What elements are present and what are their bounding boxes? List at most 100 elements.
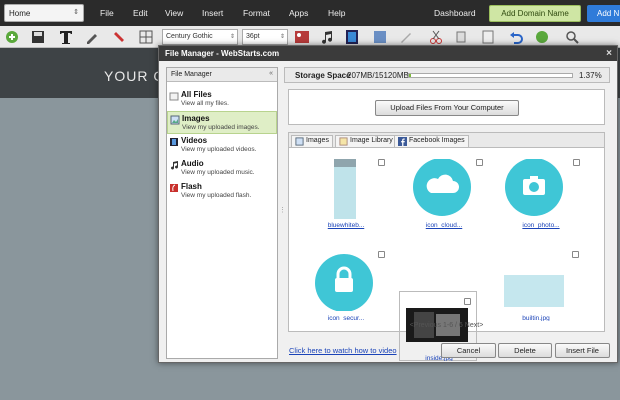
nav-item-title: Flash bbox=[181, 182, 202, 191]
file-manager-dialog: File Manager - WebStarts.com × File Mana… bbox=[158, 45, 618, 363]
cancel-button[interactable]: Cancel bbox=[441, 343, 496, 358]
nav-item-audio[interactable]: Audio View my uploaded music. bbox=[167, 157, 277, 180]
music-icon bbox=[171, 161, 179, 170]
upload-files-button[interactable]: Upload Files From Your Computer bbox=[375, 100, 519, 116]
menu-bar: Home ⇕ File Edit View Insert Format Apps… bbox=[0, 0, 620, 26]
next-link[interactable]: Next> bbox=[465, 322, 483, 329]
paint-icon[interactable] bbox=[112, 29, 128, 45]
nav-item-desc: View my uploaded videos. bbox=[181, 146, 257, 153]
nav-item-title: Images bbox=[182, 114, 210, 123]
nav-item-flash[interactable]: Flash View my uploaded flash. bbox=[167, 180, 277, 203]
collapse-icon[interactable]: « bbox=[269, 70, 273, 77]
help-video-link[interactable]: Click here to watch how to video bbox=[289, 346, 397, 355]
close-icon[interactable]: × bbox=[606, 46, 612, 61]
text-icon[interactable] bbox=[58, 29, 74, 45]
resize-icon[interactable] bbox=[372, 29, 388, 45]
cut-icon[interactable] bbox=[428, 29, 444, 45]
nav-item-desc: View all my files. bbox=[181, 100, 229, 107]
font-family-value: Century Gothic bbox=[166, 33, 213, 40]
image-icon bbox=[170, 115, 180, 125]
nav-header: File Manager « bbox=[167, 68, 277, 82]
nav-item-videos[interactable]: Videos View my uploaded videos. bbox=[167, 134, 277, 157]
tab-image-library[interactable]: Image Library bbox=[335, 135, 397, 147]
dialog-title-bar[interactable]: File Manager - WebStarts.com × bbox=[159, 46, 617, 61]
font-size-select[interactable]: 36pt ⇕ bbox=[242, 29, 288, 45]
chevron-down-icon: ⇕ bbox=[279, 34, 285, 40]
gallery-tabs: Images Image Library Facebook Images bbox=[289, 133, 604, 148]
tab-facebook-images[interactable]: Facebook Images bbox=[394, 135, 469, 147]
image-thumb[interactable]: builtin.jpg bbox=[497, 251, 579, 329]
storage-amount: 207MB/15120MB bbox=[347, 71, 409, 80]
delete-button[interactable]: Delete bbox=[498, 343, 552, 358]
image-icon[interactable] bbox=[294, 29, 310, 45]
insert-file-button[interactable]: Insert File bbox=[555, 343, 610, 358]
music-icon[interactable] bbox=[319, 29, 335, 45]
menu-apps[interactable]: Apps bbox=[289, 8, 308, 18]
tab-images[interactable]: Images bbox=[291, 135, 333, 147]
select-checkbox[interactable] bbox=[378, 251, 385, 258]
grid-icon[interactable] bbox=[138, 29, 154, 45]
font-family-select[interactable]: Century Gothic ⇕ bbox=[162, 29, 238, 45]
add-button[interactable]: Add N bbox=[587, 5, 620, 22]
image-thumb[interactable]: icon_photo... bbox=[502, 158, 580, 237]
add-page-icon[interactable] bbox=[4, 29, 20, 45]
storage-space: Storage Space 207MB/15120MB 1.37% bbox=[284, 67, 610, 83]
page-select[interactable]: Home ⇕ bbox=[4, 4, 84, 22]
image-name-link[interactable]: bluewhiteb... bbox=[307, 222, 385, 229]
copy-icon[interactable] bbox=[454, 29, 470, 45]
menu-insert[interactable]: Insert bbox=[202, 8, 223, 18]
dashboard-link[interactable]: Dashboard bbox=[434, 8, 476, 18]
select-checkbox[interactable] bbox=[573, 159, 580, 166]
image-gallery: Images Image Library Facebook Images blu… bbox=[288, 132, 605, 361]
select-checkbox[interactable] bbox=[476, 159, 483, 166]
upload-area: Upload Files From Your Computer bbox=[288, 89, 605, 125]
image-icon bbox=[295, 137, 304, 146]
nav-header-label: File Manager bbox=[171, 71, 212, 78]
nav-item-title: All Files bbox=[181, 90, 212, 99]
folder-icon bbox=[169, 92, 179, 101]
image-name-link[interactable]: icon_secur... bbox=[307, 315, 385, 321]
storage-label: Storage Space bbox=[295, 71, 351, 80]
image-name-link[interactable]: builtin.jpg bbox=[497, 315, 575, 321]
zoom-icon[interactable] bbox=[564, 29, 580, 45]
tab-label: Images bbox=[306, 137, 329, 144]
image-thumb[interactable]: icon_secur... bbox=[307, 251, 385, 329]
pen-icon[interactable] bbox=[398, 29, 414, 45]
chevron-down-icon: ⇕ bbox=[229, 34, 235, 40]
video-icon[interactable] bbox=[344, 29, 360, 45]
nav-item-images[interactable]: Images View my uploaded images. bbox=[167, 111, 277, 134]
image-preview bbox=[334, 159, 356, 219]
previous-link[interactable]: <Previous bbox=[410, 322, 441, 329]
font-size-value: 36pt bbox=[246, 33, 260, 40]
image-name-link[interactable]: icon_photo... bbox=[502, 222, 580, 229]
page-range: 1-6 / 6 bbox=[442, 322, 463, 329]
redo-icon[interactable] bbox=[534, 29, 550, 45]
image-thumb[interactable]: icon_cloud... bbox=[405, 158, 483, 237]
draw-icon[interactable] bbox=[84, 29, 100, 45]
menu-view[interactable]: View bbox=[165, 8, 183, 18]
panel-splitter[interactable]: ⋮ bbox=[279, 206, 286, 216]
image-name-link[interactable]: icon_cloud... bbox=[405, 222, 483, 229]
undo-icon[interactable] bbox=[508, 29, 524, 45]
nav-item-all-files[interactable]: All Files View all my files. bbox=[167, 88, 277, 111]
storage-percent: 1.37% bbox=[579, 71, 602, 80]
tab-label: Facebook Images bbox=[409, 137, 465, 144]
menu-format[interactable]: Format bbox=[243, 8, 270, 18]
save-icon[interactable] bbox=[30, 29, 46, 45]
facebook-icon bbox=[398, 137, 407, 146]
menu-file[interactable]: File bbox=[100, 8, 114, 18]
chevron-down-icon: ⇕ bbox=[73, 9, 79, 16]
add-domain-button[interactable]: Add Domain Name bbox=[489, 5, 581, 22]
nav-item-desc: View my uploaded images. bbox=[182, 124, 260, 131]
select-checkbox[interactable] bbox=[464, 298, 471, 305]
library-icon bbox=[339, 137, 348, 146]
paste-icon[interactable] bbox=[480, 29, 496, 45]
nav-item-title: Audio bbox=[181, 159, 204, 168]
menu-edit[interactable]: Edit bbox=[133, 8, 148, 18]
pagination: <Previous 1-6 / 6 Next> bbox=[289, 322, 604, 329]
select-checkbox[interactable] bbox=[378, 159, 385, 166]
menu-help[interactable]: Help bbox=[328, 8, 345, 18]
image-thumb[interactable]: bluewhiteb... bbox=[307, 159, 385, 237]
select-checkbox[interactable] bbox=[572, 251, 579, 258]
flash-icon bbox=[170, 184, 178, 192]
